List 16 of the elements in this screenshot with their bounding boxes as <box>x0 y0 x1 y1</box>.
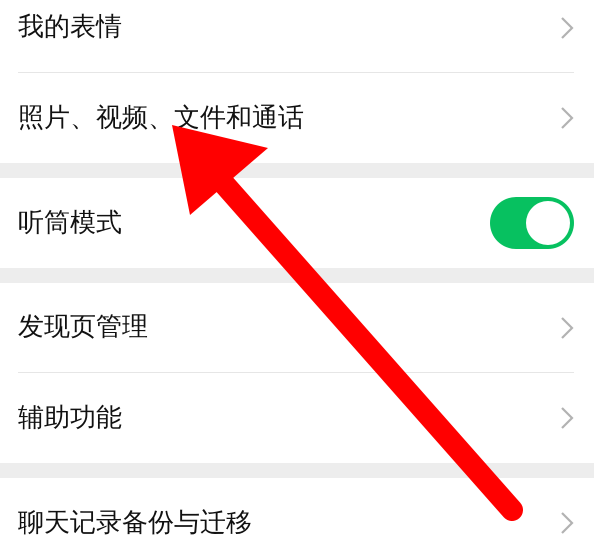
chevron-right-icon <box>560 316 574 340</box>
chevron-right-icon <box>560 106 574 130</box>
row-label: 辅助功能 <box>18 402 122 434</box>
row-label: 发现页管理 <box>18 311 148 344</box>
row-label: 聊天记录备份与迁移 <box>18 506 252 538</box>
row-label: 听筒模式 <box>18 206 122 240</box>
toggle-switch[interactable] <box>490 197 574 249</box>
settings-row[interactable]: 听筒模式 <box>0 178 594 268</box>
chevron-right-icon <box>560 16 574 40</box>
chevron-right-icon <box>560 406 574 430</box>
settings-row[interactable]: 聊天记录备份与迁移 <box>0 478 594 538</box>
settings-row[interactable]: 发现页管理 <box>0 283 594 373</box>
row-label: 我的表情 <box>18 11 122 44</box>
settings-row[interactable]: 我的表情 <box>0 0 594 73</box>
chevron-right-icon <box>560 511 574 535</box>
settings-row[interactable]: 辅助功能 <box>0 373 594 463</box>
